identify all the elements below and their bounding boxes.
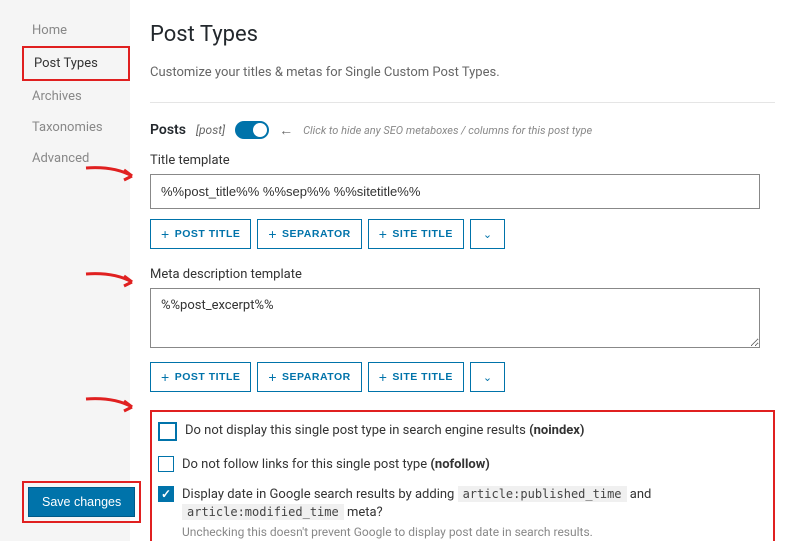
more-variables-button[interactable]: ⌄ [470, 219, 505, 249]
noindex-checkbox[interactable] [158, 422, 177, 441]
annotation-arrow-icon [84, 270, 139, 294]
separator-button[interactable]: +SEPARATOR [257, 362, 361, 392]
plus-icon: + [268, 226, 277, 242]
site-title-button[interactable]: +SITE TITLE [368, 362, 464, 392]
sidebar-item-post-types[interactable]: Post Types [22, 46, 130, 81]
title-template-input[interactable] [150, 174, 760, 209]
plus-icon: + [161, 369, 170, 385]
noindex-label: Do not display this single post type in … [185, 422, 584, 440]
meta-template-label: Meta description template [150, 267, 775, 282]
title-template-label: Title template [150, 153, 775, 168]
posts-slug: [post] [196, 123, 225, 137]
site-title-button[interactable]: +SITE TITLE [368, 219, 464, 249]
posts-section-title: Posts [150, 122, 186, 138]
date-label: Display date in Google search results by… [182, 486, 767, 522]
posts-header: Posts [post] ← Click to hide any SEO met… [150, 121, 775, 139]
visibility-toggle[interactable] [235, 121, 269, 139]
separator-button[interactable]: +SEPARATOR [257, 219, 361, 249]
sidebar-item-taxonomies[interactable]: Taxonomies [22, 112, 130, 143]
arrow-left-icon: ← [279, 122, 293, 139]
plus-icon: + [161, 226, 170, 242]
sidebar-item-home[interactable]: Home [22, 15, 130, 46]
date-help: Unchecking this doesn't prevent Google t… [182, 525, 767, 539]
save-button[interactable]: Save changes [28, 487, 135, 517]
chevron-down-icon: ⌄ [483, 229, 492, 241]
sidebar-item-archives[interactable]: Archives [22, 81, 130, 112]
meta-template-input[interactable]: %%post_excerpt%% [150, 288, 760, 348]
nofollow-checkbox[interactable] [158, 456, 174, 472]
checkbox-section: Do not display this single post type in … [150, 410, 775, 541]
post-title-button[interactable]: +POST TITLE [150, 362, 251, 392]
plus-icon: + [379, 369, 388, 385]
meta-var-buttons: +POST TITLE +SEPARATOR +SITE TITLE ⌄ [150, 362, 775, 392]
chevron-down-icon: ⌄ [483, 372, 492, 384]
annotation-arrow-icon [84, 164, 139, 188]
date-checkbox[interactable] [158, 486, 174, 502]
nofollow-label: Do not follow links for this single post… [182, 456, 490, 474]
save-button-highlight: Save changes [22, 481, 141, 523]
title-var-buttons: +POST TITLE +SEPARATOR +SITE TITLE ⌄ [150, 219, 775, 249]
plus-icon: + [379, 226, 388, 242]
more-variables-button[interactable]: ⌄ [470, 362, 505, 392]
plus-icon: + [268, 369, 277, 385]
main-content: Post Types Customize your titles & metas… [130, 0, 800, 541]
toggle-hint: Click to hide any SEO metaboxes / column… [303, 124, 592, 137]
annotation-arrow-icon [84, 395, 139, 419]
page-title: Post Types [150, 22, 775, 47]
post-title-button[interactable]: +POST TITLE [150, 219, 251, 249]
page-subtitle: Customize your titles & metas for Single… [150, 65, 775, 103]
